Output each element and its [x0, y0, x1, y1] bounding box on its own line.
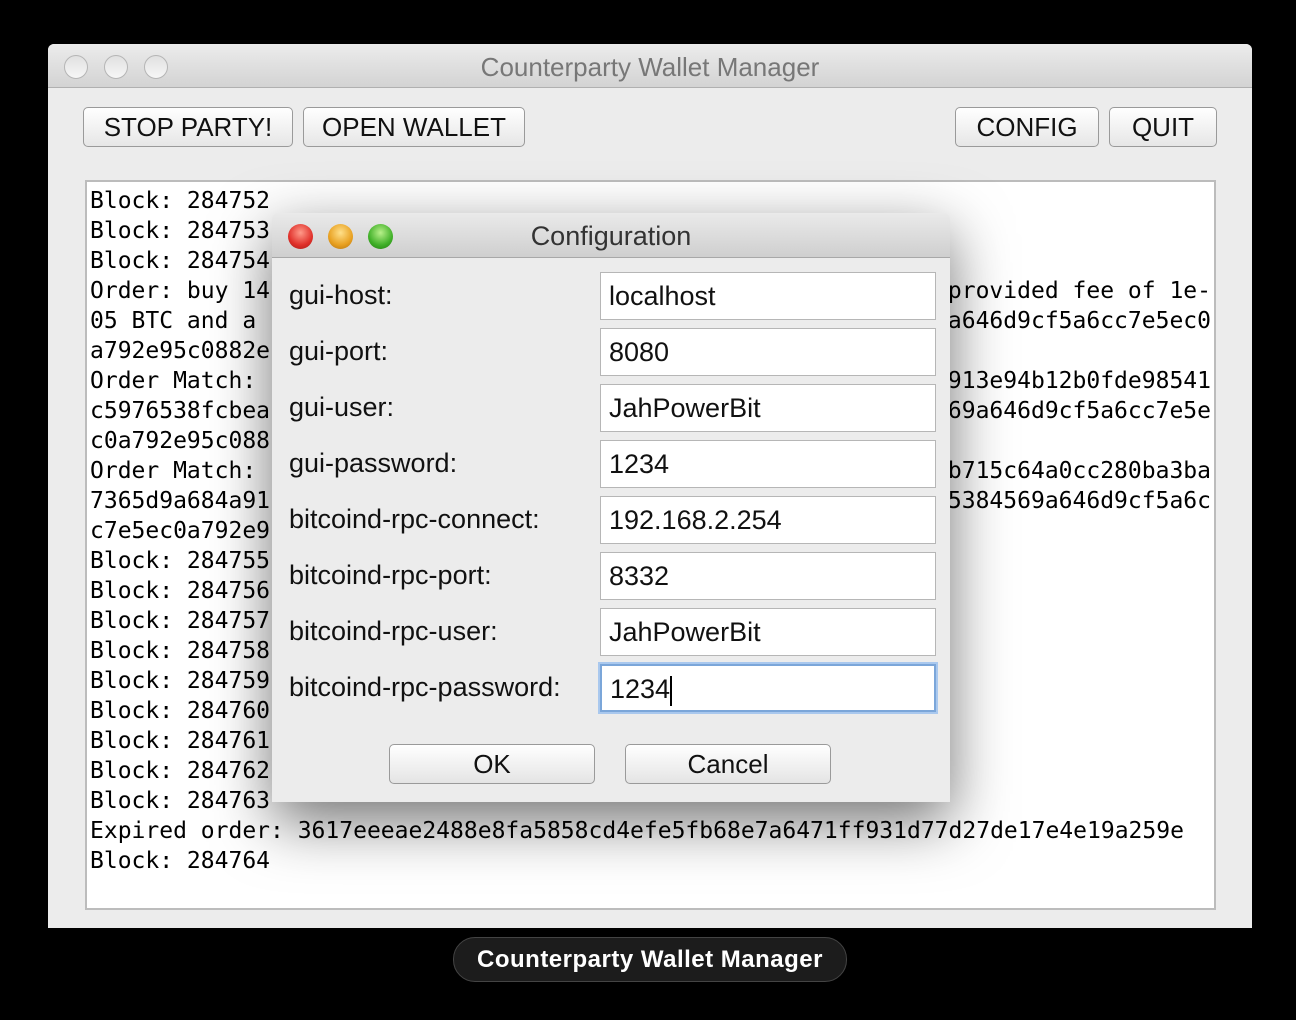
log-line: Block: 284764 — [90, 846, 1211, 876]
gui-host-input[interactable]: localhost — [600, 272, 936, 320]
log-line-text: 7365d9a684a91 — [90, 488, 271, 514]
open-wallet-button[interactable]: OPEN WALLET — [303, 107, 525, 147]
config-row: gui-port: 8080 — [272, 326, 950, 376]
bitcoind-rpc-connect-input[interactable]: 192.168.2.254 — [600, 496, 936, 544]
ok-button[interactable]: OK — [389, 744, 595, 784]
log-line-text: Block: 284752 — [90, 188, 271, 214]
bitcoind-rpc-password-input[interactable]: 1234 — [600, 664, 936, 712]
config-row: gui-host: localhost — [272, 270, 950, 320]
field-value: 1234 — [609, 449, 670, 479]
field-value: 8080 — [609, 337, 670, 367]
field-value: JahPowerBit — [609, 617, 761, 647]
gui-user-input[interactable]: JahPowerBit — [600, 384, 936, 432]
field-label: bitcoind-rpc-password: — [289, 672, 561, 702]
dialog-title: Configuration — [530, 221, 692, 251]
field-label: gui-host: — [289, 280, 393, 310]
config-row: bitcoind-rpc-password: 1234 — [272, 662, 950, 712]
log-line-text: a792e95c0882e — [90, 338, 271, 364]
log-line-text: Block: 284757 — [90, 608, 271, 634]
log-line-text: Block: 284760 — [90, 698, 271, 724]
log-line: Expired order: 3617eeeae2488e8fa5858cd4e… — [90, 816, 1211, 846]
config-row: bitcoind-rpc-port: 8332 — [272, 550, 950, 600]
field-label: bitcoind-rpc-connect: — [289, 504, 540, 534]
text-caret — [670, 675, 673, 706]
log-line-text: Block: 284761 — [90, 728, 271, 754]
dock-label: Counterparty Wallet Manager — [453, 937, 847, 982]
log-line-tail: 5384569a646d9cf5a6c — [947, 488, 1211, 514]
field-value: localhost — [609, 281, 716, 311]
log-line-text: Block: 284758 — [90, 638, 271, 664]
log-line-tail: provided fee of 1e- — [947, 278, 1211, 304]
log-line-tail: a646d9cf5a6cc7e5ec0 — [947, 308, 1211, 334]
config-button[interactable]: CONFIG — [955, 107, 1099, 147]
field-value: JahPowerBit — [609, 393, 761, 423]
field-label: gui-port: — [289, 336, 389, 366]
log-line-text: Expired order: 3617eeeae2488e8fa5858cd4e… — [90, 818, 1184, 844]
log-line-text: Block: 284753 — [90, 218, 271, 244]
field-value: 192.168.2.254 — [609, 505, 782, 535]
field-label: gui-user: — [289, 392, 395, 422]
log-line-text: Block: 284754 — [90, 248, 271, 274]
field-label: bitcoind-rpc-port: — [289, 560, 492, 590]
log-line-text: Block: 284756 — [90, 578, 271, 604]
title-bar: Counterparty Wallet Manager — [48, 44, 1252, 88]
log-line-text: Order Match: — [90, 458, 257, 484]
stop-party-button[interactable]: STOP PARTY! — [83, 107, 293, 147]
config-row: bitcoind-rpc-connect: 192.168.2.254 — [272, 494, 950, 544]
gui-password-input[interactable]: 1234 — [600, 440, 936, 488]
gui-port-input[interactable]: 8080 — [600, 328, 936, 376]
quit-button[interactable]: QUIT — [1109, 107, 1217, 147]
log-line-text: Block: 284759 — [90, 668, 271, 694]
field-value: 8332 — [609, 561, 670, 591]
log-line-text: Block: 284763 — [90, 788, 271, 814]
log-line-text: c5976538fcbea — [90, 398, 271, 424]
log-line-text: c7e5ec0a792e9 — [90, 518, 271, 544]
cancel-button[interactable]: Cancel — [625, 744, 831, 784]
log-line-tail: b715c64a0cc280ba3ba — [947, 458, 1211, 484]
config-row: gui-user: JahPowerBit — [272, 382, 950, 432]
dialog-title-bar: Configuration — [272, 213, 950, 258]
configuration-dialog: Configuration gui-host: localhost gui-port… — [272, 213, 950, 802]
field-label: bitcoind-rpc-user: — [289, 616, 498, 646]
log-line-text: Block: 284764 — [90, 848, 271, 874]
bitcoind-rpc-port-input[interactable]: 8332 — [600, 552, 936, 600]
config-row: bitcoind-rpc-user: JahPowerBit — [272, 606, 950, 656]
log-line-text: Block: 284762 — [90, 758, 271, 784]
log-line-text: 05 BTC and a — [90, 308, 257, 334]
config-row: gui-password: 1234 — [272, 438, 950, 488]
log-line-text: Block: 284755 — [90, 548, 271, 574]
log-line-tail: 69a646d9cf5a6cc7e5e — [947, 398, 1211, 424]
window-title: Counterparty Wallet Manager — [480, 52, 820, 82]
log-line-text: Order: buy 14 — [90, 278, 271, 304]
log-line: Block: 284752 — [90, 186, 1211, 216]
log-line-tail: 913e94b12b0fde98541 — [947, 368, 1211, 394]
log-line-text: c0a792e95c088 — [90, 428, 271, 454]
field-label: gui-password: — [289, 448, 458, 478]
field-value: 1234 — [610, 674, 671, 704]
bitcoind-rpc-user-input[interactable]: JahPowerBit — [600, 608, 936, 656]
log-line-text: Order Match: — [90, 368, 257, 394]
